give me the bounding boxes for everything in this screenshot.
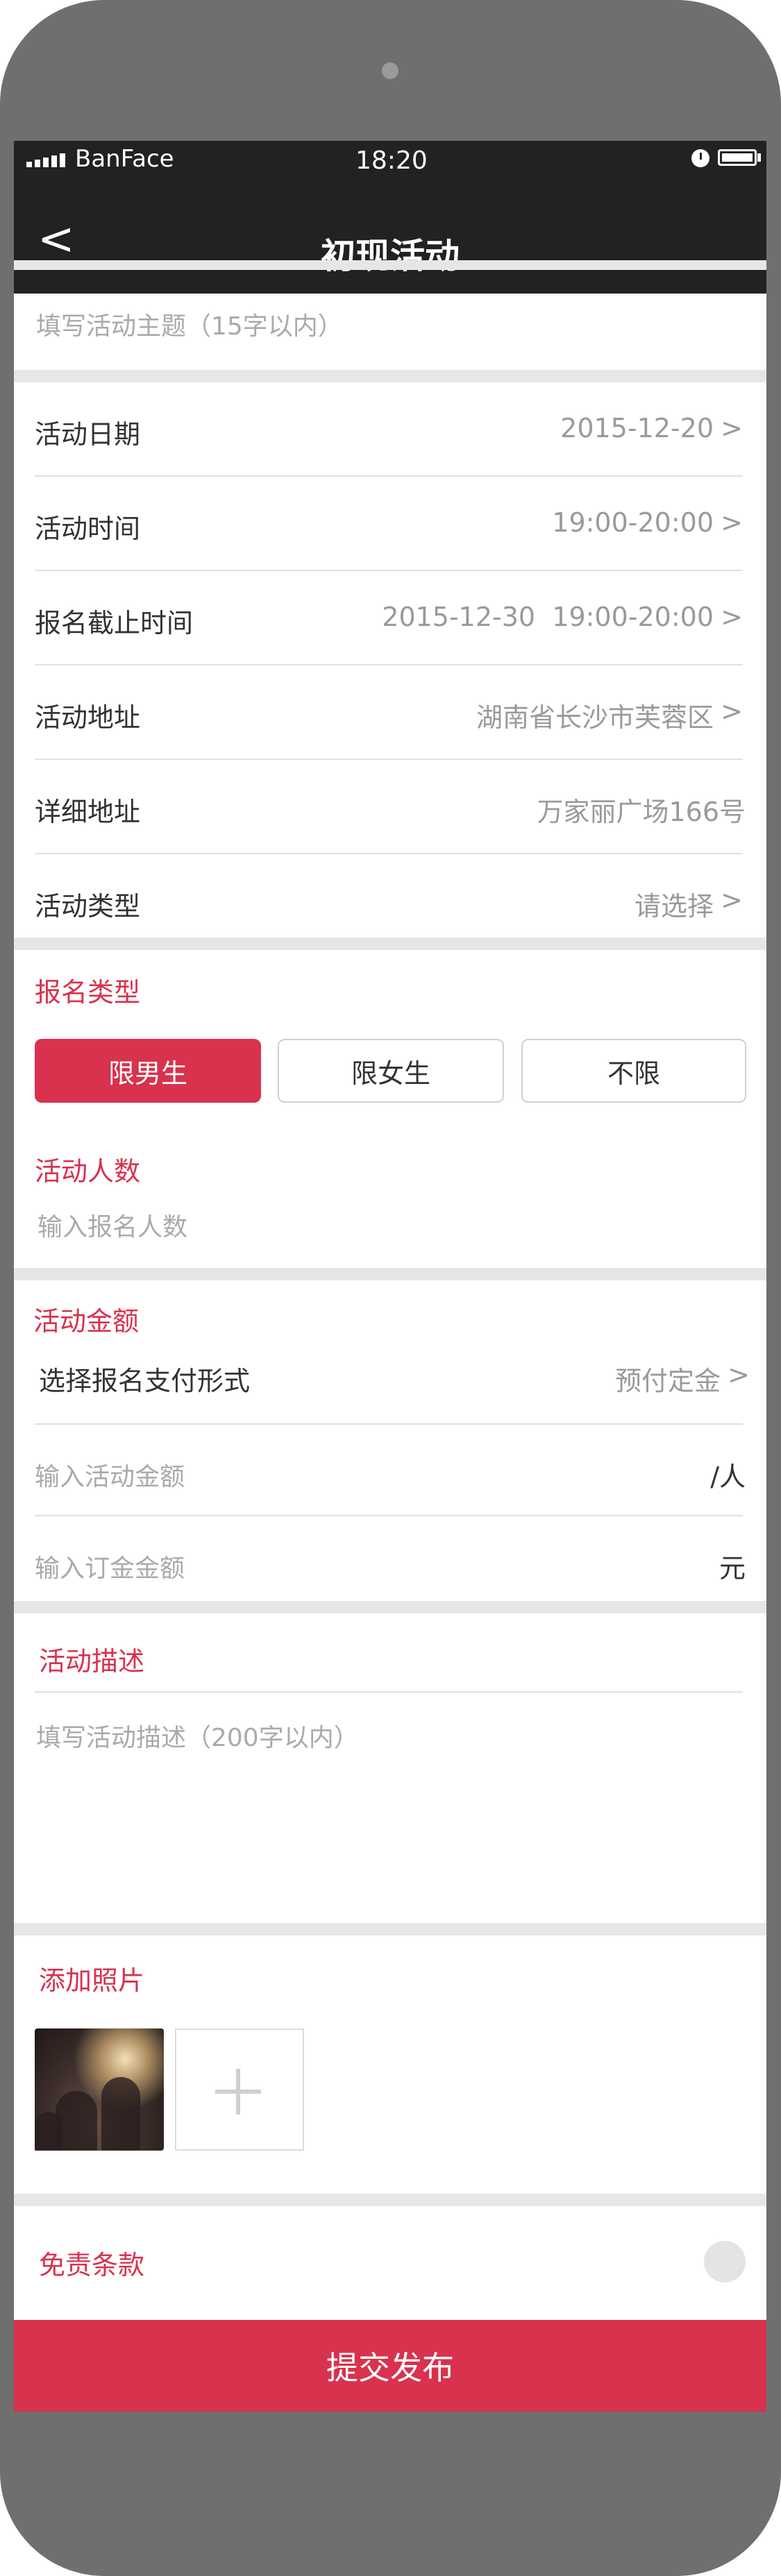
deposit-input[interactable]: 输入订金金额: [35, 1548, 185, 1584]
row-value: 万家丽广场166号: [537, 797, 746, 827]
section-divider: [14, 1601, 766, 1613]
amount-input[interactable]: 输入活动金额: [35, 1457, 185, 1493]
section-divider: [14, 370, 766, 382]
headcount-input[interactable]: 输入报名人数: [37, 1207, 187, 1243]
option-unlimited-button[interactable]: 不限: [521, 1039, 746, 1103]
section-divider: [14, 2194, 766, 2206]
option-male-only-button[interactable]: 限男生: [35, 1039, 261, 1103]
row-value: 19:00-20:00: [552, 507, 714, 538]
section-divider: [14, 1268, 766, 1280]
submit-button[interactable]: 提交发布: [14, 2320, 766, 2412]
chevron-right-icon: >: [721, 696, 743, 727]
alarm-clock-icon: [691, 149, 709, 167]
chevron-right-icon: >: [728, 1359, 750, 1390]
activity-info-list: 活动日期 2015-12-20 > 活动时间 19:00-20:00 > 报名截…: [14, 382, 766, 949]
signup-type-heading: 报名类型: [35, 977, 141, 1008]
section-divider: [14, 260, 766, 270]
headcount-heading: 活动人数: [35, 1156, 141, 1187]
section-divider: [14, 938, 766, 950]
row-label: 活动时间: [35, 514, 141, 544]
row-signup-deadline[interactable]: 报名截止时间 2015-12-30 19:00-20:00 >: [14, 571, 766, 666]
phone-frame: BanFace 18:20 < 初现活动 填写活动主题（15字以内） 活动日期 …: [0, 0, 781, 2576]
row-activity-type[interactable]: 活动类型 请选择 >: [14, 854, 766, 949]
row-activity-time[interactable]: 活动时间 19:00-20:00 >: [14, 477, 766, 571]
row-label: 详细地址: [35, 797, 141, 827]
disclaimer-toggle[interactable]: [704, 2241, 746, 2282]
app-screen: BanFace 18:20 < 初现活动 填写活动主题（15字以内） 活动日期 …: [14, 141, 766, 2412]
signal-icon: [26, 153, 65, 167]
chevron-right-icon: >: [721, 885, 743, 915]
fee-heading: 活动金额: [33, 1306, 140, 1337]
add-photo-button[interactable]: [175, 2028, 304, 2151]
uploaded-photo-thumbnail[interactable]: [35, 2028, 164, 2151]
payment-method-value: 预付定金: [614, 1366, 721, 1396]
row-value: 湖南省长沙市芙蓉区: [476, 702, 714, 733]
amount-unit: /人: [710, 1461, 746, 1492]
row-activity-date[interactable]: 活动日期 2015-12-20 >: [14, 382, 766, 477]
row-value: 请选择: [634, 891, 714, 922]
chevron-right-icon: >: [721, 413, 743, 443]
disclaimer-heading: 免责条款: [39, 2250, 145, 2280]
page-title: 初现活动: [321, 236, 460, 276]
row-value: 2015-12-30 19:00-20:00: [382, 602, 714, 632]
row-label: 活动地址: [35, 702, 141, 733]
topic-input[interactable]: 填写活动主题（15字以内）: [36, 306, 343, 342]
carrier-name: BanFace: [75, 145, 174, 173]
description-textarea[interactable]: 填写活动描述（200字以内）: [36, 1718, 744, 1940]
section-divider: [14, 1923, 766, 1935]
deposit-row[interactable]: 输入订金金额 元: [14, 1516, 766, 1607]
row-label: 活动类型: [35, 891, 141, 922]
status-bar: BanFace 18:20: [14, 141, 766, 176]
chevron-right-icon: >: [721, 602, 743, 632]
amount-row[interactable]: 输入活动金额 /人: [14, 1425, 766, 1516]
chevron-right-icon: >: [721, 507, 743, 538]
row-value: 2015-12-20: [560, 413, 714, 443]
photos-heading: 添加照片: [39, 1965, 145, 1996]
row-label: 报名截止时间: [35, 608, 194, 638]
battery-icon: [718, 149, 757, 166]
camera-dot: [382, 62, 398, 79]
payment-method-row[interactable]: 选择报名支付形式 预付定金 >: [14, 1341, 766, 1425]
option-female-only-button[interactable]: 限女生: [278, 1039, 504, 1103]
row-activity-address[interactable]: 活动地址 湖南省长沙市芙蓉区 >: [14, 666, 766, 760]
row-detail-address[interactable]: 详细地址 万家丽广场166号: [14, 760, 766, 854]
status-time: 18:20: [355, 146, 428, 175]
payment-method-label: 选择报名支付形式: [39, 1366, 251, 1396]
description-heading: 活动描述: [39, 1646, 145, 1677]
row-label: 活动日期: [35, 419, 141, 450]
description-divider: [35, 1691, 743, 1693]
deposit-unit: 元: [719, 1553, 746, 1584]
title-bar: < 初现活动: [14, 176, 766, 294]
battery-tip: [757, 153, 761, 162]
